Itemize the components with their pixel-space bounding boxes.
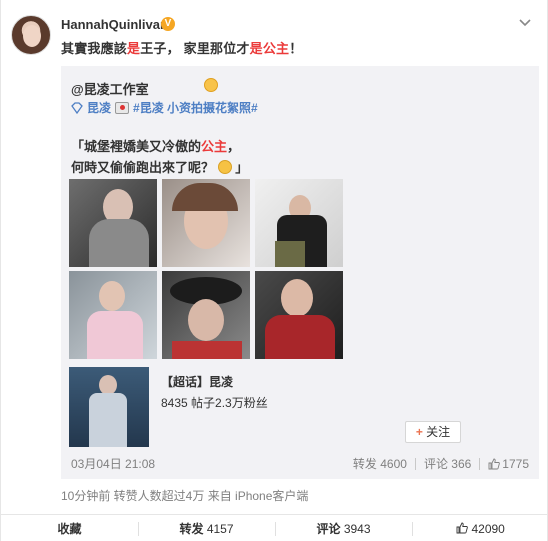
- repost-author-link[interactable]: @昆凌工作室: [71, 79, 149, 98]
- video-icon: [115, 101, 130, 114]
- tag-kunling-link[interactable]: 昆凌: [87, 99, 111, 116]
- crying-emoji-icon: [217, 160, 232, 174]
- verified-badge-icon: V: [161, 17, 175, 31]
- photo-thumbnail[interactable]: [255, 271, 343, 359]
- quote-text: ，: [227, 139, 241, 154]
- post-text-part: 王子， 家里那位才: [140, 41, 250, 56]
- quote-text: 何時又偷偷跑出來了呢？: [71, 160, 215, 175]
- post-text: 其實我應該是王子， 家里那位才是公主！: [61, 38, 302, 57]
- forward-count: 4157: [206, 522, 234, 536]
- photo-thumbnail[interactable]: [162, 271, 250, 359]
- follow-button[interactable]: + 关注: [405, 421, 461, 443]
- action-bar: 收藏 转发 4157 评论 3943 42090: [1, 514, 548, 541]
- like-count: 42090: [471, 522, 505, 536]
- repost-tags: 昆凌 #昆凌 小资拍摄花絮照#: [71, 99, 258, 116]
- photo-grid: [69, 179, 343, 359]
- repost-timestamp[interactable]: 03月04日 21:08: [71, 455, 155, 472]
- super-topic-title[interactable]: 【超话】昆凌: [161, 373, 233, 390]
- quote-highlight: 公主: [201, 139, 228, 154]
- photo-thumbnail[interactable]: [255, 179, 343, 267]
- repost-stats: 转发 4600 评论 366 1775: [353, 455, 529, 472]
- super-topic-stats: 8435 帖子2.3万粉丝: [161, 396, 268, 410]
- repost-like-count[interactable]: 1775: [502, 457, 529, 471]
- quote-text: 「城堡裡嬌美又冷傲的: [71, 139, 202, 154]
- collect-button[interactable]: 收藏: [1, 515, 138, 541]
- post-text-highlight: 是公主: [249, 41, 290, 56]
- photo-thumbnail[interactable]: [69, 179, 157, 267]
- emoji-icon: [204, 78, 218, 92]
- post-meta: 10分钟前 转赞人数超过4万 来自 iPhone客户端: [61, 489, 309, 503]
- avatar[interactable]: [11, 15, 51, 55]
- repost-quote: 「城堡裡嬌美又冷傲的公主， 何時又偷偷跑出來了呢？ 」: [71, 136, 248, 178]
- post-text-part: ！: [289, 41, 303, 56]
- diamond-icon: [71, 101, 83, 114]
- thumbs-up-icon: [456, 522, 468, 534]
- photo-thumbnail[interactable]: [69, 271, 157, 359]
- forward-label: 转发: [179, 522, 204, 536]
- quote-text: 」: [235, 160, 249, 175]
- super-topic-thumbnail[interactable]: [69, 367, 149, 447]
- hashtag-link[interactable]: #昆凌 小资拍摄花絮照#: [133, 99, 258, 116]
- post-text-part: 其實我應該: [61, 41, 128, 56]
- repost-forward-link[interactable]: 转发 4600: [353, 455, 407, 472]
- collect-label: 收藏: [57, 522, 82, 536]
- repost-box: @昆凌工作室 昆凌 #昆凌 小资拍摄花絮照# 「城堡裡嬌美又冷傲的公主， 何時又…: [61, 66, 539, 479]
- post-text-highlight: 是: [127, 41, 141, 56]
- weibo-post-card: HannahQuinlivan V 其實我應該是王子， 家里那位才是公主！ @昆…: [0, 0, 548, 541]
- comment-button[interactable]: 评论 3943: [275, 515, 412, 541]
- comment-count: 3943: [343, 522, 371, 536]
- chevron-down-icon[interactable]: [517, 15, 533, 31]
- plus-icon: +: [415, 425, 423, 439]
- follow-label: 关注: [426, 425, 451, 439]
- forward-button[interactable]: 转发 4157: [138, 515, 275, 541]
- photo-thumbnail[interactable]: [162, 179, 250, 267]
- thumbs-up-icon[interactable]: [488, 458, 501, 470]
- username-link[interactable]: HannahQuinlivan: [61, 17, 168, 32]
- repost-comment-link[interactable]: 评论 366: [424, 455, 471, 472]
- comment-label: 评论: [316, 522, 341, 536]
- like-button[interactable]: 42090: [412, 515, 548, 541]
